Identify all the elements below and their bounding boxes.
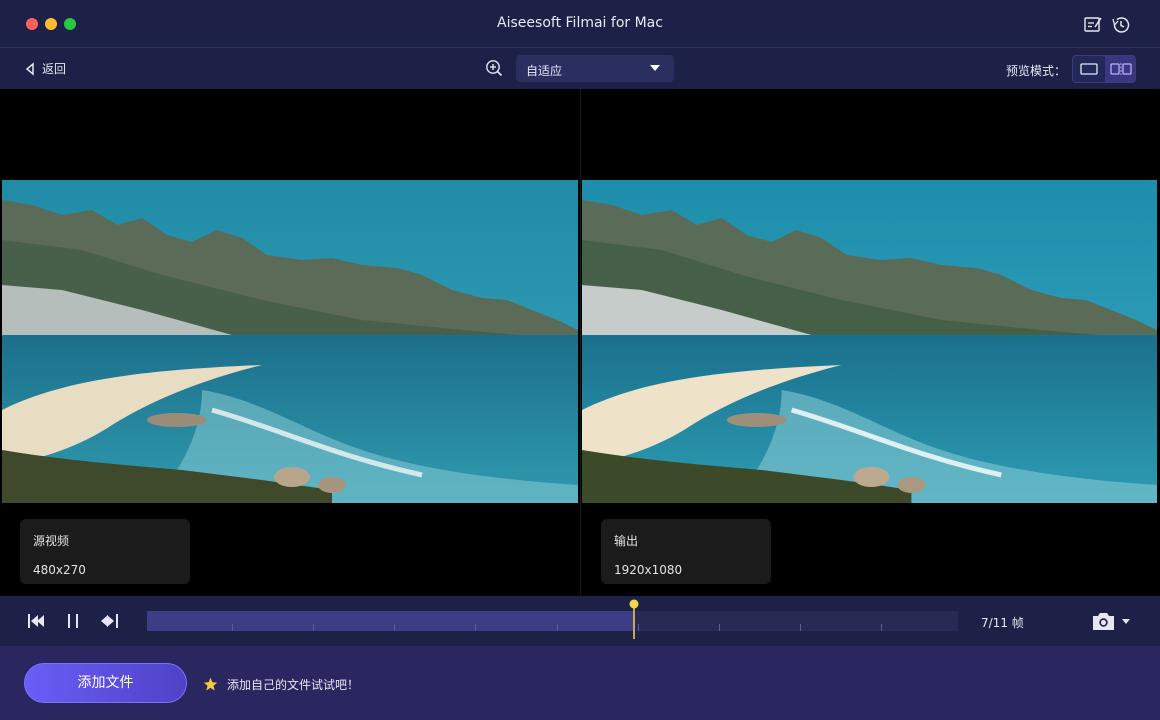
history-icon[interactable] bbox=[1110, 14, 1132, 36]
back-button[interactable]: 返回 bbox=[24, 60, 66, 77]
tip-text: 添加自己的文件试试吧！ bbox=[227, 678, 360, 692]
zoom-level-value: 自适应 bbox=[526, 64, 563, 78]
frame-counter: 7/11 帧 bbox=[981, 616, 1024, 630]
previous-frame-button[interactable] bbox=[26, 611, 48, 631]
output-resolution: 1920x1080 bbox=[614, 563, 683, 577]
timeline-tick bbox=[232, 624, 233, 631]
timeline-tick bbox=[800, 624, 801, 631]
skip-back-icon bbox=[28, 614, 44, 628]
single-view-button[interactable] bbox=[1073, 56, 1104, 82]
snapshot-button[interactable] bbox=[1090, 609, 1136, 633]
timeline-tick bbox=[475, 624, 476, 631]
skip-forward-icon bbox=[101, 614, 118, 628]
zoom-level-select[interactable]: 自适应 bbox=[516, 55, 674, 82]
tip-message: 添加自己的文件试试吧！ bbox=[203, 676, 359, 693]
back-label: 返回 bbox=[42, 62, 67, 76]
frame-timeline[interactable] bbox=[147, 599, 958, 639]
single-view-icon bbox=[1079, 63, 1098, 75]
star-icon bbox=[203, 677, 218, 691]
preview-area: 源视频 480x270 输出 1920x1080 bbox=[0, 89, 1160, 596]
source-label: 源视频 bbox=[33, 534, 70, 548]
source-video-frame bbox=[2, 180, 578, 503]
add-file-button[interactable]: 添加文件 bbox=[24, 663, 187, 703]
timeline-tick bbox=[881, 624, 882, 631]
app-title: Aiseesoft Filmai for Mac bbox=[497, 15, 663, 31]
split-view-button[interactable] bbox=[1105, 56, 1135, 82]
preview-mode-toggle bbox=[1072, 55, 1136, 83]
next-frame-button[interactable] bbox=[98, 611, 120, 631]
timeline-tick bbox=[394, 624, 395, 631]
bottom-bar: 添加文件 添加自己的文件试试吧！ bbox=[0, 646, 1160, 720]
output-video-frame bbox=[582, 180, 1157, 503]
timeline-tick bbox=[313, 624, 314, 631]
playback-bar: 7/11 帧 bbox=[0, 596, 1160, 646]
pause-icon bbox=[68, 614, 78, 628]
timeline-tick bbox=[719, 624, 720, 631]
toolbar: 返回 自适应 预览模式： bbox=[0, 48, 1160, 89]
pause-button[interactable] bbox=[63, 611, 85, 631]
feedback-icon[interactable] bbox=[1082, 14, 1104, 36]
chevron-down-icon bbox=[650, 65, 660, 71]
output-label: 输出 bbox=[614, 534, 639, 548]
timeline-tick bbox=[557, 624, 558, 631]
output-info-card: 输出 1920x1080 bbox=[601, 519, 771, 584]
source-info-card: 源视频 480x270 bbox=[20, 519, 190, 584]
camera-icon bbox=[1093, 613, 1130, 630]
timeline-progress bbox=[147, 611, 634, 631]
playhead-handle[interactable] bbox=[629, 599, 639, 639]
preview-mode-label: 预览模式： bbox=[1006, 64, 1067, 78]
split-view-icon bbox=[1109, 63, 1132, 75]
split-divider[interactable] bbox=[580, 89, 581, 596]
zoom-in-icon[interactable] bbox=[485, 59, 503, 77]
back-arrow-icon bbox=[25, 61, 34, 76]
title-bar: Aiseesoft Filmai for Mac bbox=[0, 0, 1160, 48]
source-resolution: 480x270 bbox=[33, 563, 86, 577]
